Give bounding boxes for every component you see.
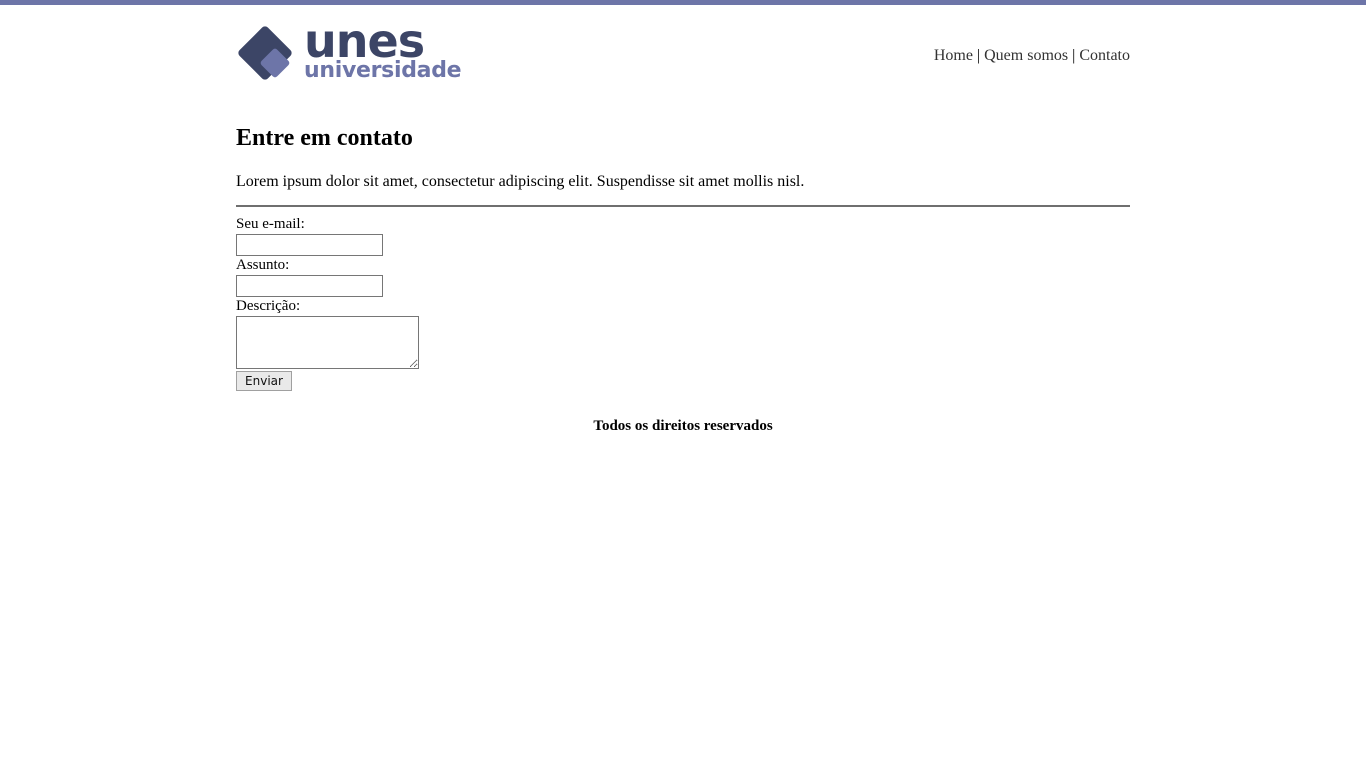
- top-navigation: Home | Quem somos | Contato: [934, 46, 1130, 66]
- logo-diamond-icon: [238, 26, 292, 80]
- intro-text: Lorem ipsum dolor sit amet, consectetur …: [236, 173, 805, 190]
- subject-field[interactable]: [236, 275, 383, 297]
- section-divider: [236, 205, 1130, 207]
- brand-logo[interactable]: unes universidade: [236, 18, 462, 86]
- subject-label: Assunto:: [236, 257, 290, 273]
- top-accent-bar: [0, 0, 1366, 5]
- nav-link-contato[interactable]: Contato: [1079, 47, 1130, 64]
- submit-button[interactable]: Enviar: [236, 371, 292, 391]
- contact-form: Seu e-mail: Assunto: Descrição: Enviar: [236, 215, 636, 391]
- nav-link-home[interactable]: Home: [934, 47, 973, 64]
- description-label: Descrição:: [236, 298, 301, 314]
- nav-separator: |: [976, 47, 981, 64]
- nav-link-quem-somos[interactable]: Quem somos: [984, 47, 1068, 64]
- nav-separator: |: [1072, 47, 1076, 64]
- brand-subtitle: universidade: [304, 58, 462, 83]
- page-title: Entre em contato: [236, 125, 413, 151]
- footer-copyright: Todos os direitos reservados: [593, 418, 773, 434]
- description-textarea[interactable]: [236, 316, 419, 369]
- email-field[interactable]: [236, 234, 383, 256]
- email-label: Seu e-mail:: [236, 216, 305, 232]
